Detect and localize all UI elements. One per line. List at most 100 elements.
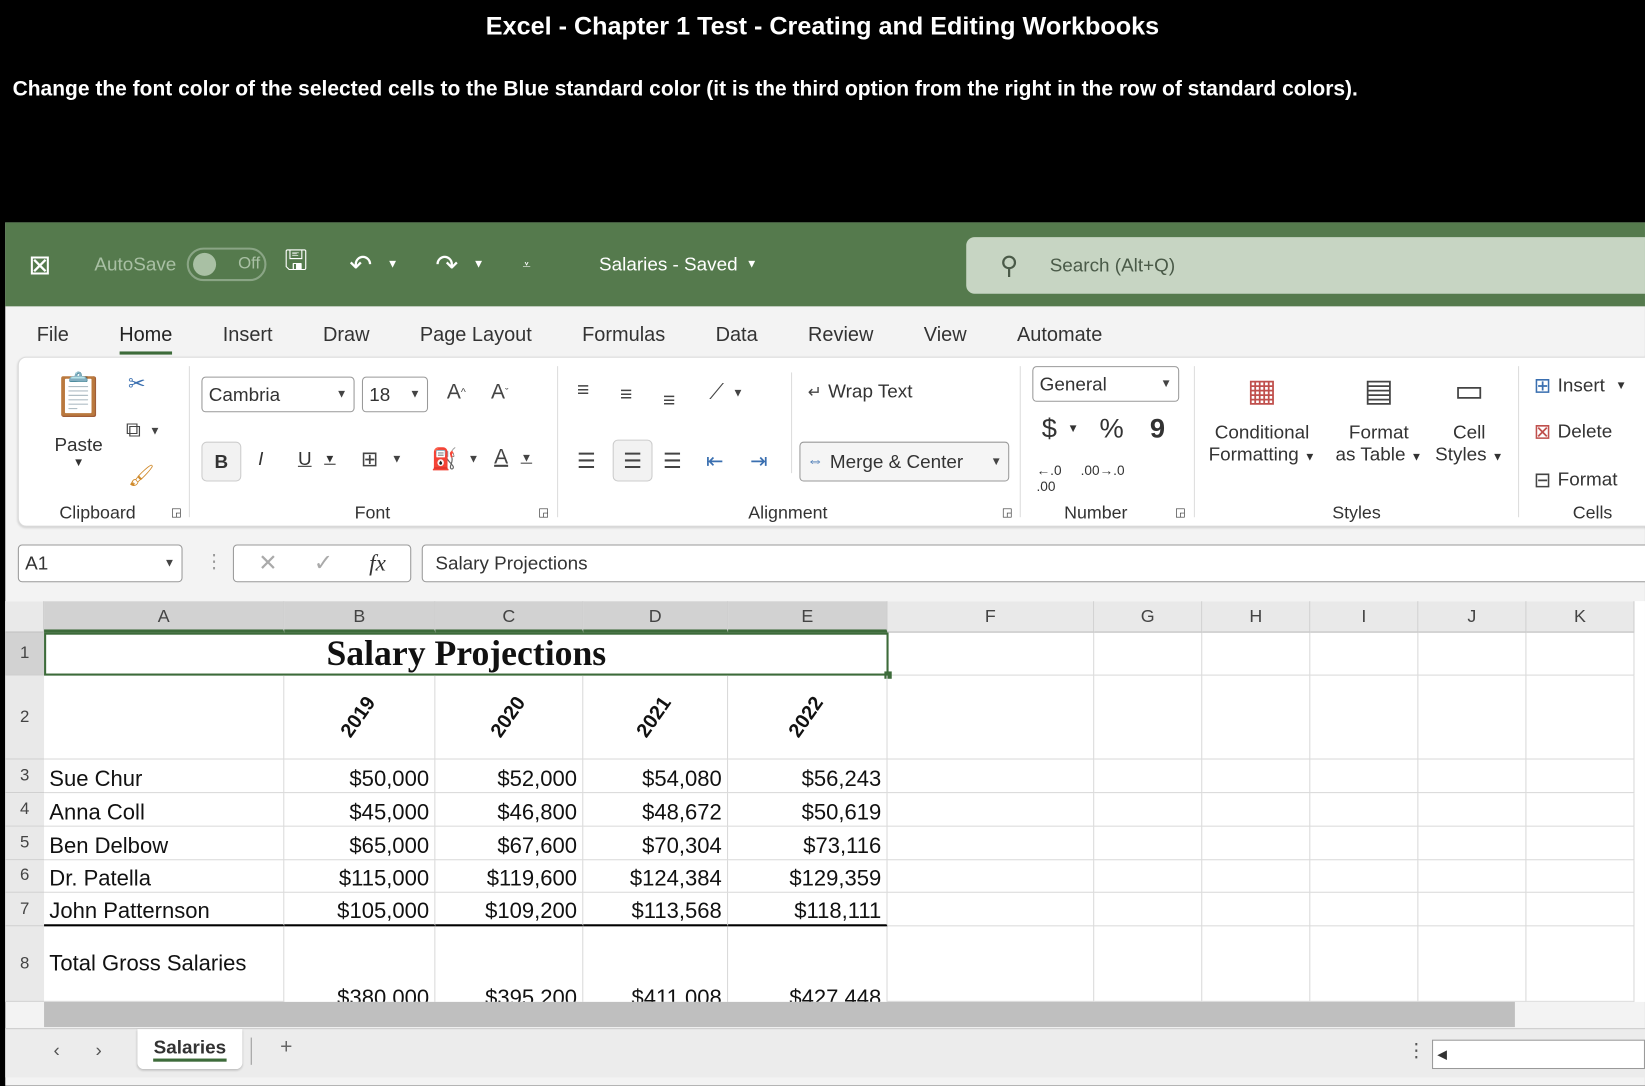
salary-cell[interactable]: $113,568 [583, 892, 729, 927]
row-header-7[interactable]: 7 [5, 892, 45, 927]
total-salary-cell[interactable]: $427,448 [728, 926, 888, 1002]
total-salary-cell[interactable]: $380,000 [284, 926, 436, 1002]
cell[interactable] [887, 826, 1095, 861]
format-as-table-button[interactable]: ▤ Format as Table ▼ [1336, 372, 1423, 465]
tab-review[interactable]: Review [783, 306, 899, 356]
cell[interactable] [887, 793, 1095, 827]
column-header-j[interactable]: J [1418, 601, 1527, 633]
cell[interactable] [887, 759, 1095, 794]
column-header-i[interactable]: I [1310, 601, 1419, 633]
align-left-icon[interactable]: ☰ [577, 448, 596, 474]
increase-indent-icon[interactable]: ⇥ [750, 448, 768, 474]
more-options-icon[interactable]: ⋮ [1407, 1040, 1426, 1062]
file-name-menu[interactable]: Salaries - Saved ▼ [599, 222, 757, 306]
autosave-toggle[interactable]: Off [186, 222, 267, 306]
cell[interactable] [1202, 793, 1311, 827]
save-icon[interactable]: 🖫 [284, 222, 307, 306]
cell[interactable] [1202, 860, 1311, 893]
align-center-icon[interactable]: ☰ [612, 439, 653, 482]
employee-name-cell[interactable]: Sue Chur [44, 759, 285, 794]
salary-cell[interactable]: $52,000 [435, 759, 584, 794]
cell[interactable] [1094, 860, 1203, 893]
year-header-cell[interactable]: 2019 [284, 675, 436, 760]
cell[interactable] [1202, 826, 1311, 861]
font-name-dropdown[interactable]: Cambria ▼ [201, 376, 355, 413]
cell[interactable] [1310, 793, 1419, 827]
number-format-dropdown[interactable]: General ▼ [1032, 366, 1180, 402]
dialog-launcher-icon[interactable]: ◲ [538, 506, 549, 520]
search-box[interactable]: ⚲ Search (Alt+Q) [966, 237, 1645, 294]
cell[interactable] [1310, 632, 1419, 676]
format-painter-icon[interactable]: 🖌 [128, 463, 155, 489]
cell[interactable] [1418, 793, 1527, 827]
column-header-c[interactable]: C [435, 601, 584, 633]
decrease-decimal-icon[interactable]: .00→.0 [1081, 463, 1125, 479]
cell[interactable] [1310, 759, 1419, 794]
salary-cell[interactable]: $105,000 [284, 892, 436, 927]
cell[interactable] [1094, 759, 1203, 794]
middle-align-icon[interactable]: ≡ [620, 383, 632, 407]
underline-button[interactable]: U ▼ [298, 448, 336, 470]
cut-icon[interactable]: ✂ [128, 370, 146, 396]
cell[interactable] [1526, 892, 1635, 927]
cell[interactable] [1202, 926, 1311, 1002]
column-header-g[interactable]: G [1094, 601, 1203, 633]
salary-cell[interactable]: $45,000 [284, 793, 436, 827]
undo-icon[interactable]: ↶ ▼ [349, 222, 398, 306]
font-color-icon[interactable]: A ▼ [494, 446, 532, 470]
redo-dropdown-icon[interactable]: ▼ [473, 258, 484, 271]
cell[interactable] [1202, 632, 1311, 676]
insert-cells-button[interactable]: ⊞ Insert ▼ [1534, 372, 1627, 398]
salary-cell[interactable]: $118,111 [728, 892, 888, 927]
wrap-text-button[interactable]: ↵ Wrap Text [808, 381, 913, 403]
dialog-launcher-icon[interactable]: ◲ [1002, 506, 1013, 520]
row-header-5[interactable]: 5 [5, 826, 45, 861]
employee-name-cell[interactable]: Dr. Patella [44, 860, 285, 893]
row-header-6[interactable]: 6 [5, 860, 45, 893]
cell[interactable] [1526, 926, 1635, 1002]
employee-name-cell[interactable]: Anna Coll [44, 793, 285, 827]
sheet-tab-salaries[interactable]: Salaries [137, 1029, 243, 1070]
cell[interactable] [887, 632, 1095, 676]
paste-button[interactable]: 📋 Paste ▼ [52, 370, 104, 469]
cell[interactable] [1094, 632, 1203, 676]
insert-function-icon[interactable]: fx [369, 550, 386, 577]
salary-cell[interactable]: $67,600 [435, 826, 584, 861]
salary-cell[interactable]: $56,243 [728, 759, 888, 794]
align-right-icon[interactable]: ☰ [663, 448, 682, 474]
cell[interactable] [1202, 675, 1311, 760]
name-box[interactable]: A1 ▼ [17, 544, 183, 583]
row-header-8[interactable]: 8 [5, 926, 45, 1002]
customize-toolbar-icon[interactable]: ⩡ [522, 222, 530, 306]
cell[interactable] [1526, 632, 1635, 676]
cell[interactable] [1310, 926, 1419, 1002]
tab-file[interactable]: File [5, 306, 94, 356]
tab-automate[interactable]: Automate [992, 306, 1128, 356]
column-header-a[interactable]: A [44, 601, 285, 633]
add-sheet-button[interactable]: + [280, 1035, 292, 1059]
increase-decimal-icon[interactable]: ←.0.00 [1037, 463, 1062, 494]
salary-cell[interactable]: $50,619 [728, 793, 888, 827]
cell[interactable] [887, 926, 1095, 1002]
decrease-indent-icon[interactable]: ⇤ [706, 448, 724, 474]
employee-name-cell[interactable]: John Patternson [44, 892, 285, 927]
salary-cell[interactable]: $129,359 [728, 860, 888, 893]
total-salary-cell[interactable]: $411,008 [583, 926, 729, 1002]
tab-formulas[interactable]: Formulas [557, 306, 690, 356]
orientation-icon[interactable]: ⟋ ▼ [709, 381, 744, 405]
formula-input[interactable]: Salary Projections [421, 544, 1645, 583]
salary-cell[interactable]: $73,116 [728, 826, 888, 861]
salary-cell[interactable]: $109,200 [435, 892, 584, 927]
cell[interactable] [1418, 860, 1527, 893]
cell[interactable] [1526, 675, 1635, 760]
column-header-f[interactable]: F [887, 601, 1095, 633]
column-header-h[interactable]: H [1202, 601, 1311, 633]
cell[interactable] [1526, 826, 1635, 861]
column-header-b[interactable]: B [284, 601, 436, 633]
tab-insert[interactable]: Insert [198, 306, 298, 356]
merge-center-button[interactable]: ⇔ Merge & Center ▼ [799, 441, 1010, 482]
cell[interactable] [887, 860, 1095, 893]
delete-cells-button[interactable]: ⊠ Delete [1534, 419, 1612, 445]
employee-name-cell[interactable]: Ben Delbow [44, 826, 285, 861]
salary-cell[interactable]: $124,384 [583, 860, 729, 893]
